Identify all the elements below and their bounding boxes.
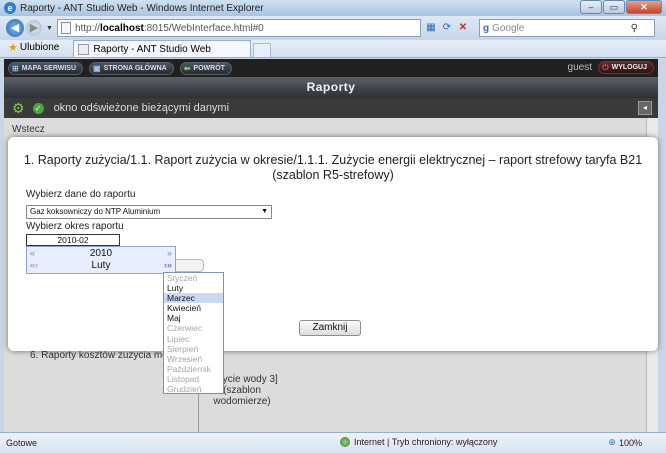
search-placeholder: Google	[492, 22, 525, 34]
compat-view-icon[interactable]: ▦	[423, 20, 439, 36]
next-year-icon[interactable]: »	[167, 248, 172, 258]
data-select[interactable]: Gaz koksowniczy do NTP Aluminium ▼	[26, 205, 272, 219]
browser-tab[interactable]: Raporty - ANT Studio Web	[73, 40, 252, 57]
user-name: guest	[567, 62, 592, 73]
month-option[interactable]: Listopad	[164, 374, 223, 384]
tab-label: Raporty - ANT Studio Web	[93, 43, 211, 55]
month-dropdown-list[interactable]: Styczeń Luty Marzec Kwiecień Maj Czerwiec Lipi…	[163, 272, 224, 394]
home-label: STRONA GŁÓWNA	[103, 64, 167, 72]
site-map-label: MAPA SERWISU	[21, 64, 77, 72]
search-icon[interactable]: ⚲	[631, 23, 638, 34]
month-option[interactable]: Styczeń	[164, 273, 223, 283]
zoom-icon: ⊕	[608, 437, 616, 447]
status-ok-icon: ✓	[32, 102, 44, 114]
month-picker: « 2010 » «‹ Luty ›»	[26, 246, 176, 274]
favorites-label: Ulubione	[19, 42, 60, 53]
window-title: Raporty - ANT Studio Web - Windows Inter…	[20, 2, 264, 14]
picker-year: 2010	[89, 248, 113, 259]
data-label: Wybierz dane do raportu	[26, 189, 136, 200]
close-button[interactable]: Zamknij	[299, 320, 361, 336]
zone-label: Internet | Tryb chroniony: wyłączony	[354, 437, 498, 447]
maximize-button[interactable]: ▭	[603, 0, 625, 14]
speaker-icon[interactable]: ◂	[638, 101, 652, 115]
month-option[interactable]: Luty	[164, 283, 223, 293]
zoom-level: 100%	[618, 437, 642, 448]
status-message: okno odświeżone bieżącymi danymi	[53, 102, 230, 114]
star-icon: ★	[8, 42, 18, 54]
data-select-value: Gaz koksowniczy do NTP Aluminium	[30, 207, 161, 216]
bg-report-item[interactable]: 6. Raporty kosztów zużycia me	[30, 350, 168, 361]
dialog-title: 1. Raporty zużycia/1.1. Raport zużycia w…	[23, 153, 643, 182]
window-titlebar: e Raporty - ANT Studio Web - Windows Int…	[0, 0, 666, 16]
site-map-button[interactable]: ⊞ MAPA SERWISU	[8, 61, 84, 75]
address-rest: :8015/WebInterface.html#0	[143, 22, 264, 34]
app-nav-bar: ⊞ MAPA SERWISU ▣ STRONA GŁÓWNA ⬅ POWRÓT gue…	[4, 59, 658, 77]
page-title: Raporty	[4, 77, 658, 98]
month-option[interactable]: Lipiec	[164, 334, 223, 344]
refresh-icon[interactable]: ⟳	[439, 20, 455, 36]
picker-confirm-button[interactable]	[176, 259, 204, 272]
report-dialog: 1. Raporty zużycia/1.1. Raport zużycia w…	[8, 137, 658, 351]
ie-logo-icon: e	[4, 2, 16, 14]
month-option[interactable]: Maj	[164, 313, 223, 323]
bg-report-item-label: 6. Raporty kosztów zużycia me	[30, 350, 168, 361]
window-close-button[interactable]: ✕	[626, 0, 662, 14]
chevron-down-icon: ▼	[261, 208, 268, 215]
next-month-icon[interactable]: ›»	[164, 260, 172, 270]
bg-toolbar-label: Wstecz	[12, 124, 45, 135]
minimize-button[interactable]: –	[580, 0, 602, 14]
address-field[interactable]: http://localhost:8015/WebInterface.html#…	[56, 19, 421, 37]
arrow-left-icon: ⬅	[183, 63, 191, 73]
browser-status-bar: Gotowe Internet | Tryb chroniony: wyłącz…	[0, 432, 666, 453]
security-zone[interactable]: Internet | Tryb chroniony: wyłączony	[340, 437, 497, 447]
power-icon: ⏻	[602, 62, 609, 72]
page-icon	[60, 22, 71, 34]
gear-icon[interactable]: ⚙	[12, 100, 25, 117]
sitemap-icon: ⊞	[12, 63, 19, 73]
month-option[interactable]: Czerwiec	[164, 323, 223, 333]
google-icon: g	[482, 22, 490, 34]
favorites-bar: ★ Ulubione Raporty - ANT Studio Web	[0, 40, 666, 58]
address-prefix: http://	[74, 22, 100, 34]
logout-label: WYLOGUJ	[611, 64, 647, 71]
address-toolbar: ◀ ▶ ▼ http://localhost:8015/WebInterface…	[0, 16, 666, 40]
globe-icon	[340, 437, 350, 447]
app-status-bar: ⚙ ✓ okno odświeżone bieżącymi danymi ◂	[4, 98, 658, 118]
period-label: Wybierz okres raportu	[26, 221, 124, 232]
history-dropdown-icon[interactable]: ▼	[46, 25, 53, 32]
address-host: localhost	[99, 22, 144, 34]
logout-button[interactable]: ⏻ WYLOGUJ	[598, 61, 654, 74]
picker-month[interactable]: Luty	[27, 260, 175, 271]
search-input[interactable]: g Google ⚲	[478, 19, 655, 37]
status-ready: Gotowe	[6, 438, 38, 448]
month-option[interactable]: Grudzień	[164, 384, 223, 394]
month-option[interactable]: Sierpień	[164, 344, 223, 354]
favorites-button[interactable]: ★ Ulubione	[8, 41, 59, 54]
month-option[interactable]: Marzec	[164, 293, 223, 304]
back-button[interactable]: ◀	[6, 19, 24, 37]
tab-page-icon	[78, 43, 90, 55]
stop-icon[interactable]: ✕	[455, 20, 471, 36]
app-back-label: POWRÓT	[193, 64, 225, 72]
app-back-button[interactable]: ⬅ POWRÓT	[179, 61, 232, 75]
bg-toolbar: Wstecz	[12, 124, 45, 135]
month-option[interactable]: Wrzesień	[164, 354, 223, 364]
forward-button[interactable]: ▶	[26, 20, 42, 36]
month-option[interactable]: Październik	[164, 364, 223, 374]
zoom-control[interactable]: ⊕ 100%	[608, 437, 642, 448]
month-option[interactable]: Kwiecień	[164, 303, 223, 313]
home-icon: ▣	[93, 63, 101, 73]
period-input[interactable]: 2010-02	[26, 234, 120, 246]
address-actions: ▦ ⟳ ✕	[423, 20, 471, 36]
new-tab-button[interactable]	[253, 43, 272, 57]
home-button[interactable]: ▣ STRONA GŁÓWNA	[89, 61, 174, 75]
window-controls: – ▭ ✕	[579, 0, 662, 14]
